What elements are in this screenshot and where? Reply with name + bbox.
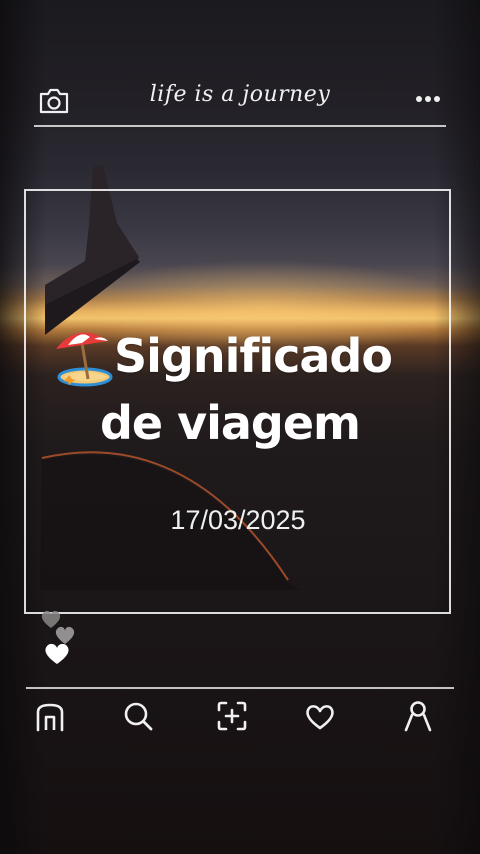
bottom-nav [0,698,480,738]
home-icon [36,703,64,732]
profile-icon [404,701,432,732]
bottom-divider [26,687,454,689]
top-bar: life is a journey [0,70,480,126]
brand-title: life is a journey [149,82,331,107]
nav-search[interactable] [120,698,156,734]
add-post-icon [217,701,247,731]
post-title-line1: Significado [114,329,393,383]
post-date-text: 17/03/2025 [170,505,306,535]
hearts-icon[interactable] [38,606,80,668]
nav-home[interactable] [32,698,68,734]
post-title-row: Significado [50,326,450,387]
nav-likes[interactable] [302,698,338,734]
heart-icon [306,705,334,730]
beach-umbrella-icon [56,332,113,387]
post-date: 17/03/2025 [0,505,480,536]
nav-profile[interactable] [400,698,436,734]
search-icon [124,702,153,731]
top-divider [34,125,446,127]
nav-add[interactable] [214,698,250,734]
post-title-line2: de viagem [100,396,361,450]
more-horizontal-icon[interactable] [412,96,444,106]
